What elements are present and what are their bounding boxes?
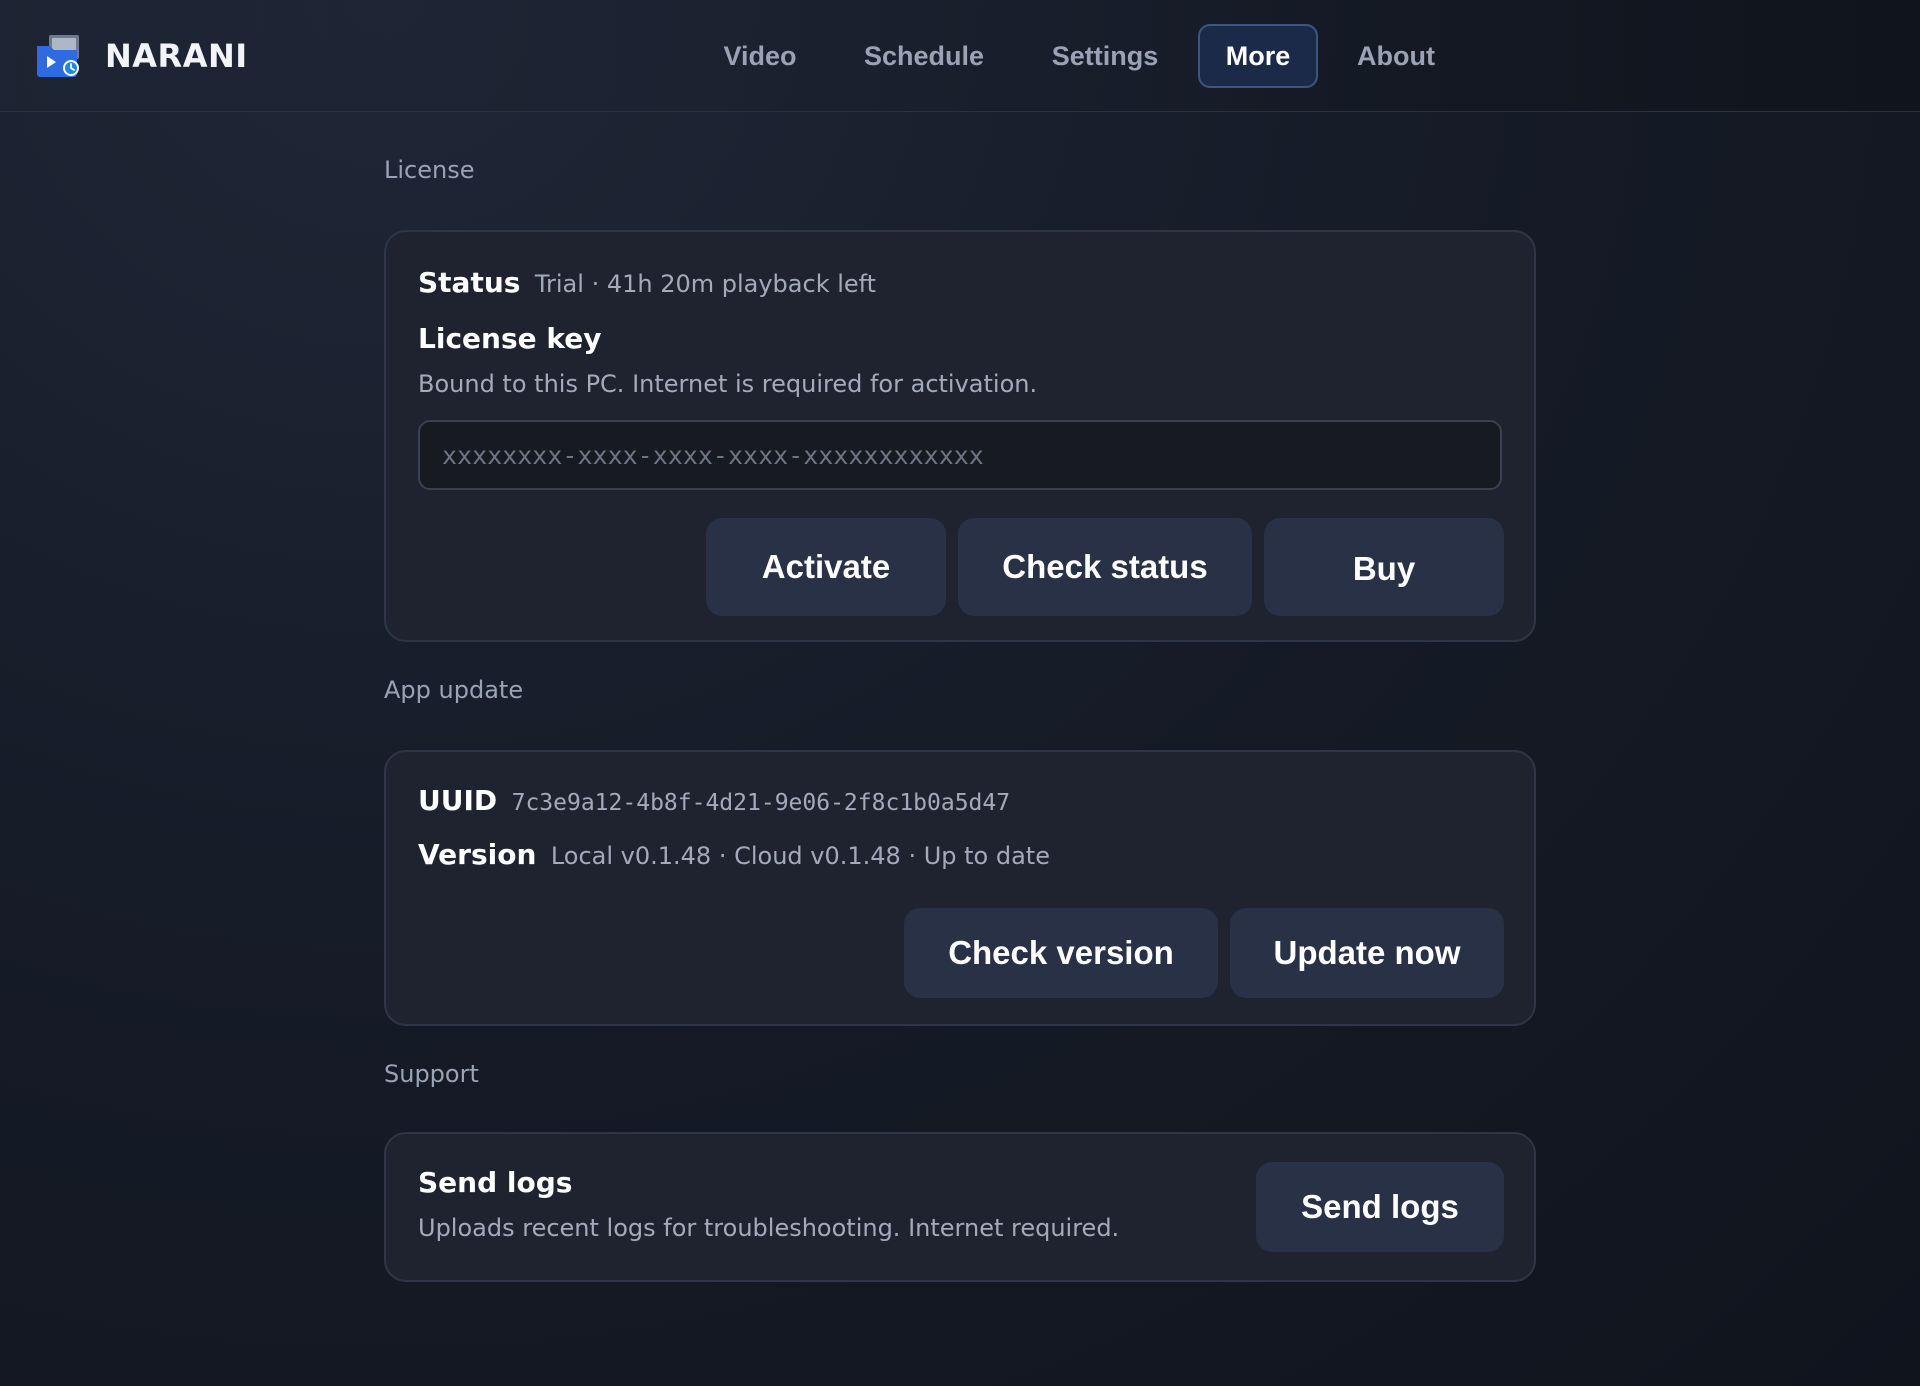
nav-tab-video[interactable]: Video	[700, 24, 820, 88]
support-section-title: Support	[384, 1060, 479, 1088]
license-key-input[interactable]	[418, 420, 1502, 490]
uuid-label: UUID	[418, 784, 498, 817]
nav-tab-more[interactable]: More	[1198, 24, 1318, 88]
uuid-value: 7c3e9a12-4b8f-4d21-9e06-2f8c1b0a5d47	[511, 790, 1011, 816]
status-label: Status	[418, 266, 521, 299]
update-section-title: App update	[384, 676, 524, 704]
send-logs-button[interactable]: Send logs	[1256, 1162, 1504, 1252]
check-version-button[interactable]: Check version	[904, 908, 1218, 998]
license-section-title: License	[384, 156, 475, 184]
status-value: Trial · 41h 20m playback left	[534, 270, 877, 298]
send-logs-description: Uploads recent logs for troubleshooting.…	[418, 1214, 1120, 1242]
version-label: Version	[418, 838, 537, 871]
top-bar: NARANI Video Schedule Settings More Abou…	[0, 0, 1920, 112]
license-card: Status Trial · 41h 20m playback left Lic…	[384, 230, 1536, 642]
main-nav: Video Schedule Settings More About	[0, 24, 1920, 88]
update-now-button[interactable]: Update now	[1230, 908, 1504, 998]
license-status-row: Status Trial · 41h 20m playback left	[418, 266, 876, 299]
version-row: Version Local v0.1.48 · Cloud v0.1.48 · …	[418, 838, 1050, 871]
license-key-label: License key	[418, 322, 602, 355]
nav-tab-about[interactable]: About	[1340, 24, 1452, 88]
buy-button[interactable]: Buy	[1264, 518, 1504, 616]
version-value: Local v0.1.48 · Cloud v0.1.48 · Up to da…	[550, 842, 1050, 870]
activate-button[interactable]: Activate	[706, 518, 946, 616]
send-logs-title: Send logs	[418, 1166, 573, 1199]
nav-tab-settings[interactable]: Settings	[1040, 24, 1170, 88]
license-key-help: Bound to this PC. Internet is required f…	[418, 370, 1038, 398]
support-card: Send logs Uploads recent logs for troubl…	[384, 1132, 1536, 1282]
nav-tab-schedule[interactable]: Schedule	[852, 24, 996, 88]
update-card: UUID 7c3e9a12-4b8f-4d21-9e06-2f8c1b0a5d4…	[384, 750, 1536, 1026]
uuid-row: UUID 7c3e9a12-4b8f-4d21-9e06-2f8c1b0a5d4…	[418, 784, 1010, 817]
check-status-button[interactable]: Check status	[958, 518, 1252, 616]
